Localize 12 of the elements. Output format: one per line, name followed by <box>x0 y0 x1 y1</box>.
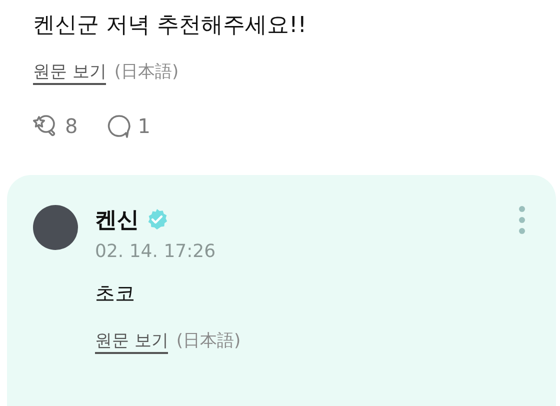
language-label: (日本語) <box>114 61 179 83</box>
post-title: 켄신군 저녁 추천해주세요!! <box>33 12 308 40</box>
reply-text: 초코 <box>95 280 136 307</box>
avatar-placeholder <box>33 205 78 250</box>
like-count: 8 <box>65 114 78 138</box>
reply-time: 02. 14. 17:26 <box>95 241 217 262</box>
language-label: (日本語) <box>176 330 241 352</box>
comment-icon[interactable] <box>106 113 132 139</box>
view-original-link[interactable]: 원문 보기 <box>33 61 106 85</box>
comment-count: 1 <box>138 114 150 138</box>
author-name: 켄신 <box>95 207 139 235</box>
view-original-link[interactable]: 원문 보기 <box>95 330 168 354</box>
